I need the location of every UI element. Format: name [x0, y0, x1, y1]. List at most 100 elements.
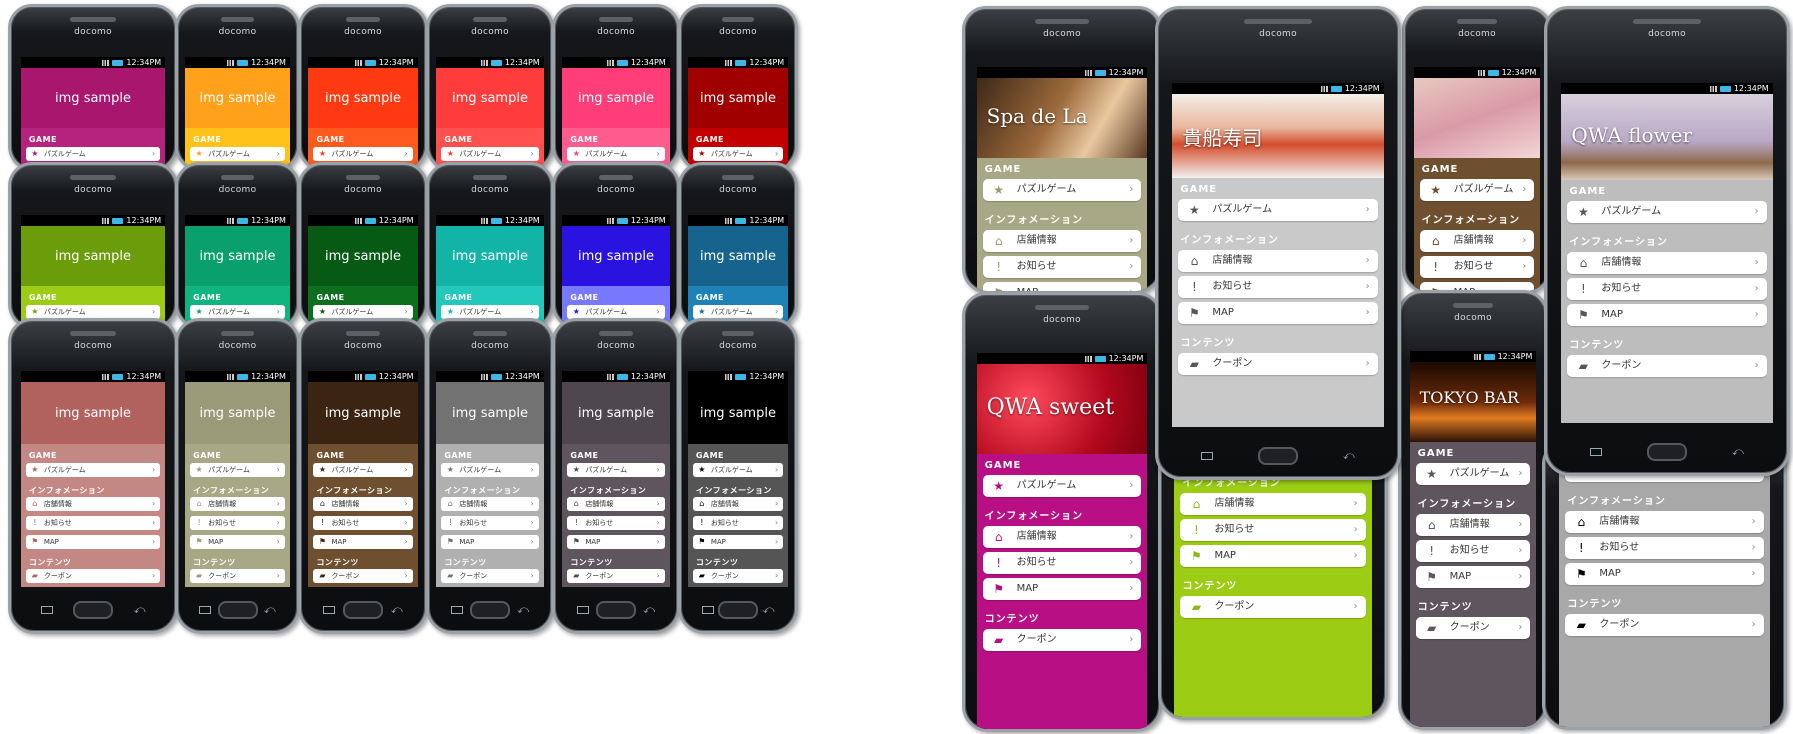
back-key-icon[interactable]: ⤺	[391, 603, 403, 617]
row-puzzle[interactable]: ★ パズルゲーム ›	[692, 463, 784, 477]
row-store[interactable]: ⌂ 店舗情報 ›	[441, 497, 539, 511]
home-key[interactable]	[470, 601, 510, 619]
row-coupon[interactable]: ▰ クーポン ›	[313, 569, 413, 583]
row-store[interactable]: ⌂ 店舗情報 ›	[567, 497, 665, 511]
menu-key-icon[interactable]	[323, 606, 336, 614]
menu-key-icon[interactable]	[40, 606, 53, 614]
menu-key-icon[interactable]	[450, 606, 463, 614]
row-puzzle[interactable]: ★ パズルゲーム ›	[567, 147, 665, 161]
row-puzzle[interactable]: ★ パズルゲーム ›	[190, 305, 285, 319]
row-map[interactable]: ⚑ MAP ›	[692, 535, 784, 549]
back-key-icon[interactable]: ⤺	[517, 603, 529, 617]
row-puzzle[interactable]: ★ パズルゲーム ›	[1178, 199, 1378, 221]
row-puzzle[interactable]: ★ パズルゲーム ›	[25, 147, 161, 161]
row-puzzle[interactable]: ★ パズルゲーム ›	[567, 463, 665, 477]
row-puzzle[interactable]: ★ パズルゲーム ›	[313, 463, 413, 477]
row-map[interactable]: ⚑ MAP ›	[25, 535, 161, 549]
row-news[interactable]: ! お知らせ ›	[982, 256, 1142, 278]
menu-key-icon[interactable]	[576, 606, 589, 614]
row-store[interactable]: ⌂ 店舗情報 ›	[1567, 252, 1767, 274]
row-puzzle[interactable]: ★ パズルゲーム ›	[692, 147, 784, 161]
menu-key-icon[interactable]	[1201, 452, 1214, 460]
back-key-icon[interactable]: ⤺	[134, 603, 146, 617]
home-key[interactable]	[217, 601, 258, 619]
row-puzzle[interactable]: ★ パズルゲーム ›	[982, 475, 1142, 497]
row-store[interactable]: ⌂ 店舗情報 ›	[190, 497, 285, 511]
row-puzzle[interactable]: ★ パズルゲーム ›	[982, 179, 1142, 201]
row-map[interactable]: ⚑ MAP ›	[1415, 566, 1531, 588]
row-store[interactable]: ⌂ 店舗情報 ›	[1178, 250, 1378, 272]
row-news[interactable]: ! お知らせ ›	[1565, 537, 1764, 559]
row-puzzle[interactable]: ★ パズルゲーム ›	[25, 463, 161, 477]
row-store[interactable]: ⌂ 店舗情報 ›	[1565, 511, 1764, 533]
row-map[interactable]: ⚑ MAP ›	[1567, 304, 1767, 326]
row-map[interactable]: ⚑ MAP ›	[1180, 545, 1366, 567]
back-key-icon[interactable]: ⤺	[264, 603, 276, 617]
row-puzzle[interactable]: ★ パズルゲーム ›	[441, 147, 539, 161]
row-puzzle[interactable]: ★ パズルゲーム ›	[567, 305, 665, 319]
menu-key-icon[interactable]	[199, 606, 212, 614]
row-store[interactable]: ⌂ 店舗情報 ›	[1180, 493, 1366, 515]
back-key-icon[interactable]: ⤺	[1343, 449, 1355, 463]
row-store[interactable]: ⌂ 店舗情報 ›	[25, 497, 161, 511]
row-map[interactable]: ⚑ MAP ›	[1565, 563, 1764, 585]
row-news[interactable]: ! お知らせ ›	[692, 516, 784, 530]
row-puzzle[interactable]: ★ パズルゲーム ›	[441, 463, 539, 477]
row-news[interactable]: ! お知らせ ›	[1567, 278, 1767, 300]
row-puzzle[interactable]: ★ パズルゲーム ›	[441, 305, 539, 319]
row-store[interactable]: ⌂ 店舗情報 ›	[1415, 514, 1531, 536]
row-coupon[interactable]: ▰ クーポン ›	[1180, 596, 1366, 618]
row-news[interactable]: ! お知らせ ›	[1178, 276, 1378, 298]
row-news[interactable]: ! お知らせ ›	[1419, 256, 1535, 278]
back-key-icon[interactable]: ⤺	[763, 603, 775, 617]
row-puzzle[interactable]: ★ パズルゲーム ›	[1567, 201, 1767, 223]
menu-key-icon[interactable]	[701, 606, 714, 614]
row-coupon[interactable]: ▰ クーポン ›	[441, 569, 539, 583]
row-news[interactable]: ! お知らせ ›	[1180, 519, 1366, 541]
row-coupon[interactable]: ▰ クーポン ›	[692, 569, 784, 583]
row-coupon[interactable]: ▰ クーポン ›	[1567, 355, 1767, 377]
row-store[interactable]: ⌂ 店舗情報 ›	[1419, 230, 1535, 252]
row-map[interactable]: ⚑ MAP ›	[441, 535, 539, 549]
row-map[interactable]: ⚑ MAP ›	[190, 535, 285, 549]
row-puzzle[interactable]: ★ パズルゲーム ›	[313, 305, 413, 319]
row-coupon[interactable]: ▰ クーポン ›	[1415, 617, 1531, 639]
row-news[interactable]: ! お知らせ ›	[441, 516, 539, 530]
back-key-icon[interactable]: ⤺	[1732, 445, 1744, 459]
row-store[interactable]: ⌂ 店舗情報 ›	[692, 497, 784, 511]
row-puzzle[interactable]: ★ パズルゲーム ›	[1419, 179, 1535, 201]
row-puzzle[interactable]: ★ パズルゲーム ›	[692, 305, 784, 319]
row-news[interactable]: ! お知らせ ›	[313, 516, 413, 530]
row-coupon[interactable]: ▰ クーポン ›	[1565, 614, 1764, 636]
row-coupon[interactable]: ▰ クーポン ›	[25, 569, 161, 583]
row-map[interactable]: ⚑ MAP ›	[982, 578, 1142, 600]
home-key[interactable]	[343, 601, 383, 619]
row-coupon[interactable]: ▰ クーポン ›	[567, 569, 665, 583]
menu-key-icon[interactable]	[1590, 448, 1603, 456]
home-key[interactable]	[1647, 443, 1687, 461]
home-key[interactable]	[1258, 447, 1298, 465]
row-news[interactable]: ! お知らせ ›	[567, 516, 665, 530]
row-coupon[interactable]: ▰ クーポン ›	[190, 569, 285, 583]
home-key[interactable]	[718, 601, 758, 619]
row-puzzle[interactable]: ★ パズルゲーム ›	[190, 463, 285, 477]
row-coupon[interactable]: ▰ クーポン ›	[1178, 353, 1378, 375]
row-news[interactable]: ! お知らせ ›	[190, 516, 285, 530]
row-store[interactable]: ⌂ 店舗情報 ›	[982, 230, 1142, 252]
row-map[interactable]: ⚑ MAP ›	[1178, 302, 1378, 324]
back-key-icon[interactable]: ⤺	[643, 603, 655, 617]
row-puzzle[interactable]: ★ パズルゲーム ›	[25, 305, 161, 319]
row-news[interactable]: ! お知らせ ›	[25, 516, 161, 530]
row-puzzle[interactable]: ★ パズルゲーム ›	[190, 147, 285, 161]
row-puzzle[interactable]: ★ パズルゲーム ›	[1415, 463, 1531, 485]
row-store[interactable]: ⌂ 店舗情報 ›	[982, 526, 1142, 548]
row-map[interactable]: ⚑ MAP ›	[313, 535, 413, 549]
row-map[interactable]: ⚑ MAP ›	[567, 535, 665, 549]
home-key[interactable]	[73, 601, 113, 619]
row-puzzle[interactable]: ★ パズルゲーム ›	[313, 147, 413, 161]
row-news[interactable]: ! お知らせ ›	[1415, 540, 1531, 562]
row-coupon[interactable]: ▰ クーポン ›	[982, 629, 1142, 651]
home-key[interactable]	[596, 601, 636, 619]
row-news[interactable]: ! お知らせ ›	[982, 552, 1142, 574]
row-store[interactable]: ⌂ 店舗情報 ›	[313, 497, 413, 511]
